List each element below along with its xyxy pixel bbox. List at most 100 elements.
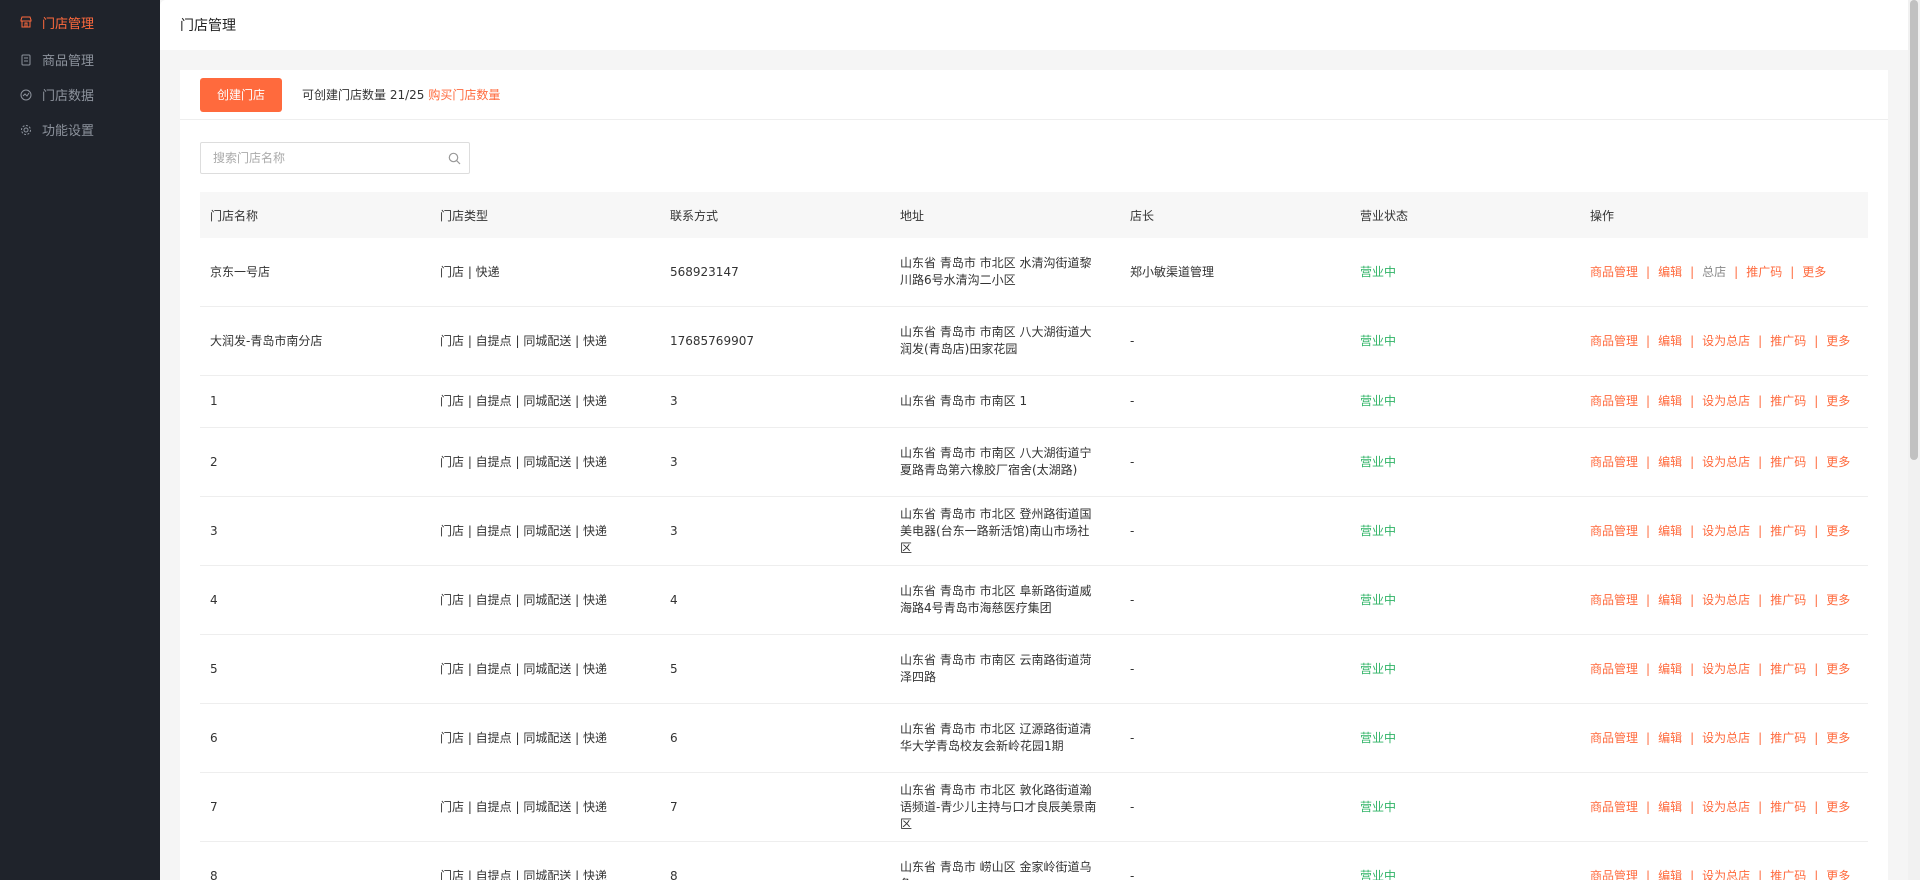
- sidebar-item-product-management[interactable]: 商品管理: [0, 42, 160, 77]
- scrollbar-thumb[interactable]: [1910, 0, 1918, 460]
- promo-code-link[interactable]: 推广码: [1770, 454, 1806, 471]
- set-headquarters-link[interactable]: 设为总店: [1702, 592, 1750, 609]
- store-type: 门店 | 快递: [440, 264, 500, 279]
- column-header: 联系方式: [670, 208, 719, 223]
- store-status: 营业中: [1360, 394, 1397, 408]
- toolbar: 创建门店 可创建门店数量 21/25 购买门店数量: [180, 70, 1888, 120]
- store-quota-text: 可创建门店数量 21/25: [302, 88, 425, 102]
- set-headquarters-link[interactable]: 设为总店: [1702, 730, 1750, 747]
- store-type: 门店 | 自提点 | 同城配送 | 快递: [440, 730, 608, 745]
- data-icon: [20, 89, 32, 101]
- set-headquarters-link[interactable]: 设为总店: [1702, 523, 1750, 540]
- store-contact: 5: [670, 661, 678, 676]
- table-row: 7 门店 | 自提点 | 同城配送 | 快递 7 山东省 青岛市 市北区 敦化路街道瀚…: [200, 773, 1868, 842]
- promo-code-link[interactable]: 推广码: [1770, 730, 1806, 747]
- set-headquarters-link[interactable]: 设为总店: [1702, 868, 1750, 880]
- store-name: 5: [210, 661, 218, 676]
- product-management-link[interactable]: 商品管理: [1590, 333, 1638, 350]
- store-name: 京东一号店: [210, 264, 271, 279]
- product-management-link[interactable]: 商品管理: [1590, 393, 1638, 410]
- product-management-link[interactable]: 商品管理: [1590, 799, 1638, 816]
- promo-code-link[interactable]: 推广码: [1770, 661, 1806, 678]
- set-headquarters-link[interactable]: 设为总店: [1702, 333, 1750, 350]
- product-management-link[interactable]: 商品管理: [1590, 868, 1638, 880]
- store-type: 门店 | 自提点 | 同城配送 | 快递: [440, 799, 608, 814]
- product-management-link[interactable]: 商品管理: [1590, 454, 1638, 471]
- product-management-link[interactable]: 商品管理: [1590, 592, 1638, 609]
- set-headquarters-link[interactable]: 设为总店: [1702, 799, 1750, 816]
- action-separator: |: [1758, 730, 1763, 745]
- edit-link[interactable]: 编辑: [1658, 393, 1682, 410]
- product-management-link[interactable]: 商品管理: [1590, 730, 1638, 747]
- action-separator: |: [1690, 730, 1695, 745]
- store-address: 山东省 青岛市 市北区 敦化路街道瀚语频道-青少儿主持与口才良辰美景南区: [900, 782, 1097, 831]
- store-status: 营业中: [1360, 454, 1397, 469]
- table-row: 3 门店 | 自提点 | 同城配送 | 快递 3 山东省 青岛市 市北区 登州路街道国…: [200, 497, 1868, 566]
- page-scrollbar[interactable]: [1908, 0, 1920, 880]
- more-link[interactable]: 更多: [1826, 393, 1850, 410]
- action-separator: |: [1690, 799, 1695, 814]
- store-address: 山东省 青岛市 市北区 水清沟街道黎川路6号水清沟二小区: [900, 256, 1092, 287]
- more-link[interactable]: 更多: [1826, 868, 1850, 880]
- action-separator: |: [1690, 592, 1695, 607]
- edit-link[interactable]: 编辑: [1658, 661, 1682, 678]
- store-address: 山东省 青岛市 市南区 1: [900, 394, 1028, 408]
- more-link[interactable]: 更多: [1826, 592, 1850, 609]
- edit-link[interactable]: 编辑: [1658, 799, 1682, 816]
- sidebar-item-settings[interactable]: 功能设置: [0, 112, 160, 147]
- create-store-button[interactable]: 创建门店: [200, 77, 282, 112]
- store-address: 山东省 青岛市 市南区 八大湖街道宁夏路青岛第六橡胶厂宿舍(太湖路): [900, 446, 1092, 477]
- product-management-link[interactable]: 商品管理: [1590, 523, 1638, 540]
- store-address: 山东省 青岛市 市北区 阜新路街道威海路4号青岛市海慈医疗集团: [900, 584, 1092, 615]
- store-type: 门店 | 自提点 | 同城配送 | 快递: [440, 592, 608, 607]
- set-headquarters-link[interactable]: 设为总店: [1702, 661, 1750, 678]
- search-input[interactable]: [201, 143, 439, 173]
- more-link[interactable]: 更多: [1826, 523, 1850, 540]
- buy-store-quota-link[interactable]: 购买门店数量: [428, 88, 500, 102]
- table-header: 门店名称 门店类型 联系方式 地址 店长 营业状态 操作: [200, 192, 1868, 238]
- promo-code-link[interactable]: 推广码: [1770, 799, 1806, 816]
- edit-link[interactable]: 编辑: [1658, 333, 1682, 350]
- edit-link[interactable]: 编辑: [1658, 592, 1682, 609]
- store-status: 营业中: [1360, 730, 1397, 745]
- main-area: 门店管理 创建门店 可创建门店数量 21/25购买门店数量 门店名称 门店类型 …: [160, 0, 1908, 880]
- store-address: 山东省 青岛市 崂山区 金家岭街道乌龟: [900, 860, 1092, 880]
- search-icon[interactable]: [439, 152, 469, 165]
- product-management-link[interactable]: 商品管理: [1590, 264, 1638, 281]
- sidebar-item-store-data[interactable]: 门店数据: [0, 77, 160, 112]
- column-header: 操作: [1590, 208, 1615, 223]
- table-row: 京东一号店 门店 | 快递 568923147 山东省 青岛市 市北区 水清沟街道黎川…: [200, 238, 1868, 307]
- edit-link[interactable]: 编辑: [1658, 264, 1682, 281]
- promo-code-link[interactable]: 推广码: [1770, 333, 1806, 350]
- more-link[interactable]: 更多: [1826, 454, 1850, 471]
- edit-link[interactable]: 编辑: [1658, 523, 1682, 540]
- more-link[interactable]: 更多: [1826, 661, 1850, 678]
- store-type: 门店 | 自提点 | 同城配送 | 快递: [440, 394, 608, 408]
- table-row: 8 门店 | 自提点 | 同城配送 | 快递 8 山东省 青岛市 崂山区 金家岭街道乌…: [200, 842, 1868, 880]
- promo-code-link[interactable]: 推广码: [1746, 264, 1782, 281]
- more-link[interactable]: 更多: [1826, 333, 1850, 350]
- edit-link[interactable]: 编辑: [1658, 868, 1682, 880]
- store-manager: -: [1130, 333, 1135, 348]
- promo-code-link[interactable]: 推广码: [1770, 868, 1806, 880]
- sidebar: 门店管理 商品管理 门店数据 功能设置: [0, 0, 160, 880]
- promo-code-link[interactable]: 推广码: [1770, 523, 1806, 540]
- set-headquarters-link[interactable]: 设为总店: [1702, 393, 1750, 410]
- more-link[interactable]: 更多: [1826, 730, 1850, 747]
- row-actions: 商品管理 | 编辑 | 设为总店 | 推广码 | 更多: [1580, 799, 1868, 816]
- sidebar-item-label: 商品管理: [42, 54, 95, 69]
- edit-link[interactable]: 编辑: [1658, 454, 1682, 471]
- set-headquarters-link[interactable]: 设为总店: [1702, 454, 1750, 471]
- more-link[interactable]: 更多: [1826, 799, 1850, 816]
- action-separator: |: [1758, 868, 1763, 880]
- store-status: 营业中: [1360, 523, 1397, 538]
- promo-code-link[interactable]: 推广码: [1770, 592, 1806, 609]
- store-manager: -: [1130, 454, 1135, 469]
- edit-link[interactable]: 编辑: [1658, 730, 1682, 747]
- store-manager: 郑小敏渠道管理: [1130, 264, 1215, 279]
- store-name: 大润发-青岛市南分店: [210, 333, 323, 348]
- promo-code-link[interactable]: 推广码: [1770, 393, 1806, 410]
- product-management-link[interactable]: 商品管理: [1590, 661, 1638, 678]
- sidebar-item-store-management[interactable]: 门店管理: [0, 2, 160, 42]
- more-link[interactable]: 更多: [1802, 264, 1826, 281]
